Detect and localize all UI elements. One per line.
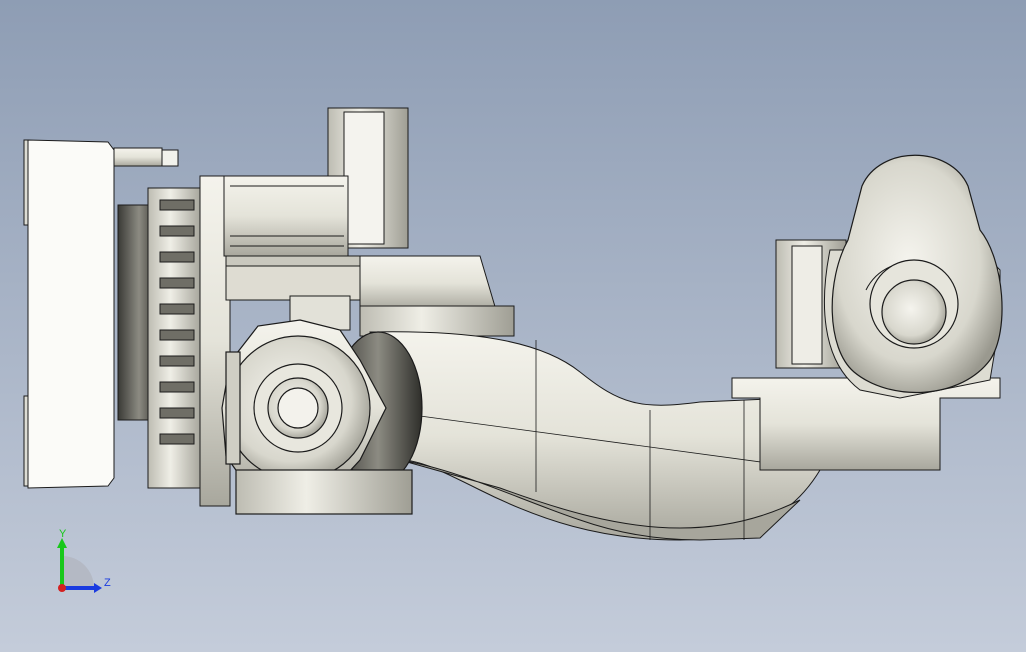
- z-axis-arrowhead: [94, 583, 102, 593]
- wrist-plate: [831, 154, 1003, 394]
- orientation-triad: Y Z: [57, 528, 111, 593]
- cad-viewport[interactable]: Y Z: [0, 0, 1026, 652]
- robot-arm-model[interactable]: [0, 0, 1026, 652]
- triad-arc: [62, 556, 94, 588]
- x-axis-dot: [58, 584, 66, 592]
- gear-ring: [147, 175, 231, 507]
- z-axis-label: Z: [104, 577, 111, 589]
- joint-motor-boss: [221, 319, 423, 515]
- arm-link: [369, 331, 821, 541]
- y-axis-label: Y: [59, 528, 67, 540]
